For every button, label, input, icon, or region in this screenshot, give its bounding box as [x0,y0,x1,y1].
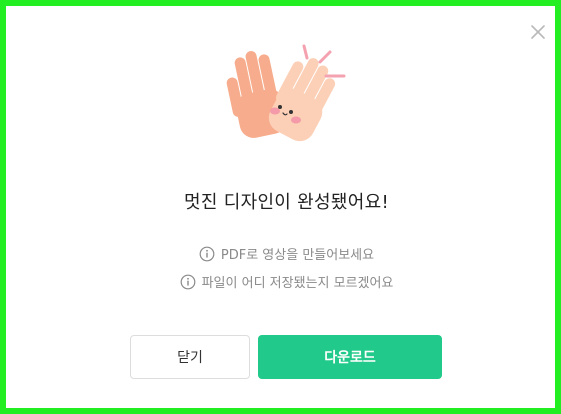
tip-pdf-video[interactable]: PDF로 영상을 만들어보세요 [6,244,561,266]
dialog-title: 멋진 디자인이 완성됐어요! [183,192,390,213]
download-button[interactable]: 다운로드 [258,335,442,379]
info-icon [180,274,195,289]
tip-file-location[interactable]: 파일이 어디 저장됐는지 모르겠어요 [6,272,561,294]
close-icon [531,25,545,39]
close-button[interactable] [526,20,550,44]
tip-file-location-label: 파일이 어디 저장됐는지 모르겠어요 [201,276,394,291]
high-five-hands-illustration [226,44,346,142]
tip-pdf-video-label: PDF로 영상을 만들어보세요 [220,248,375,263]
dialog-frame: 멋진 디자인이 완성됐어요! PDF로 영상을 만들어보세요 파일이 어디 저장… [0,0,561,414]
close-dialog-button[interactable]: 닫기 [130,335,250,379]
info-icon [199,246,215,261]
